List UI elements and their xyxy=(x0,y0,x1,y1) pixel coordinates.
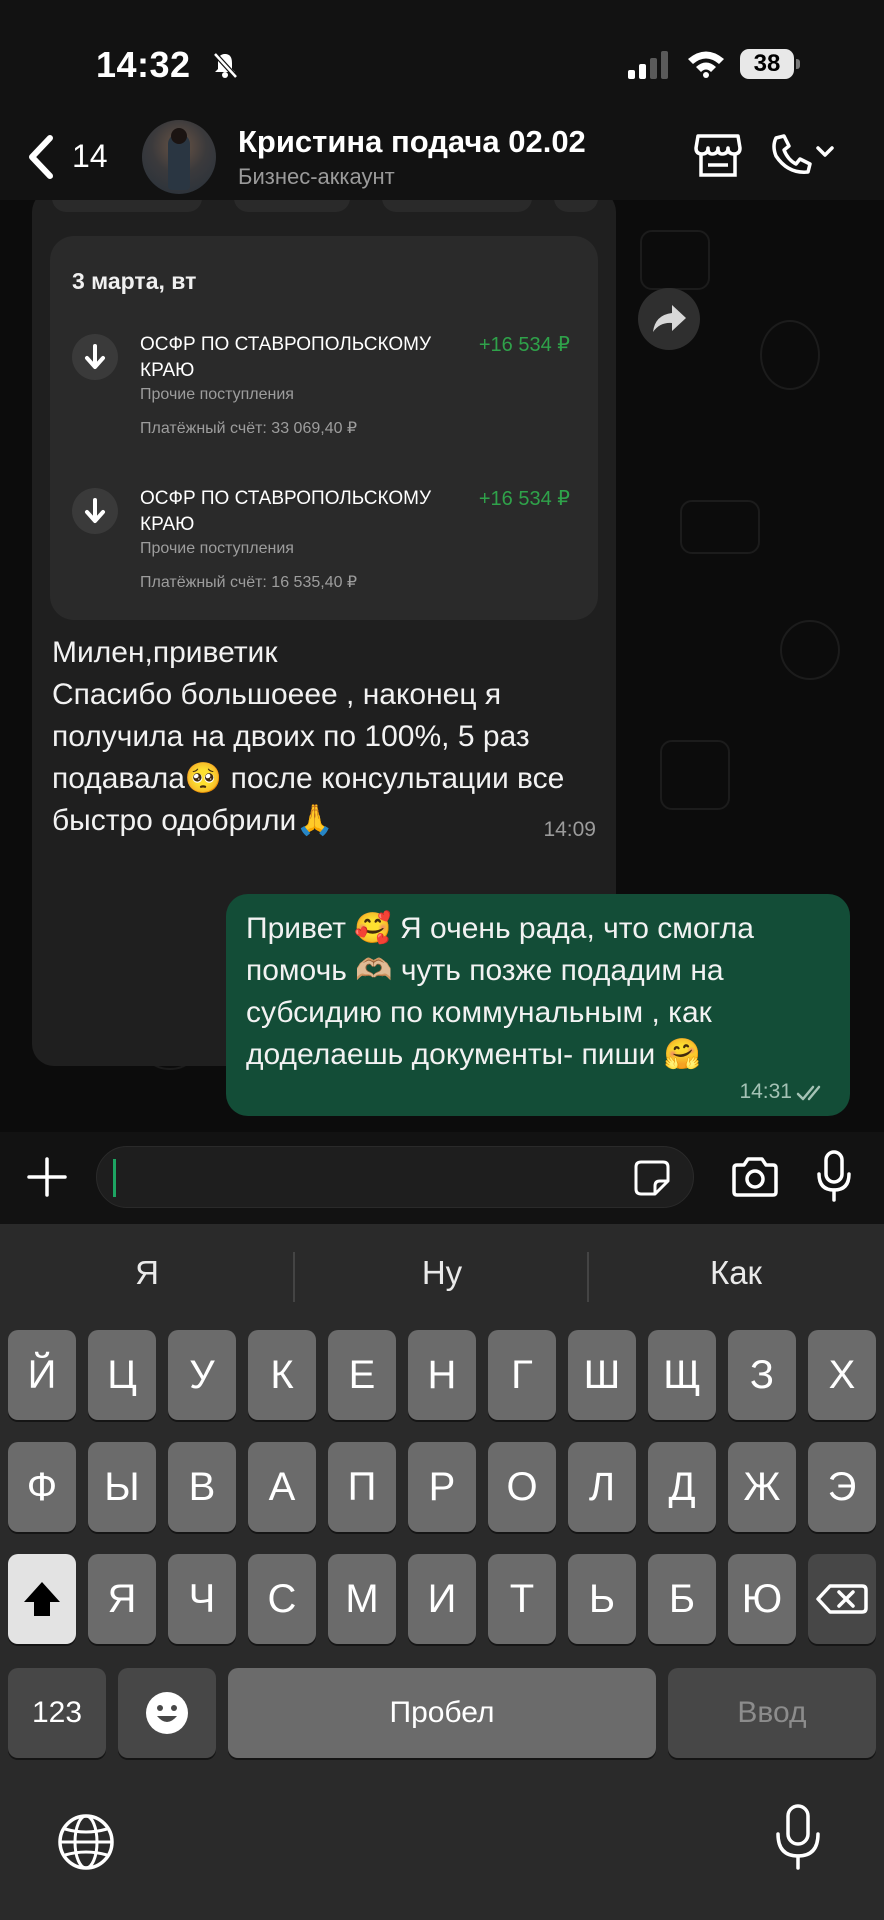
key[interactable]: Ь xyxy=(568,1554,636,1644)
top-bar: 14:32 38 14 Кристина подача 02.02 Бизнес… xyxy=(0,0,884,200)
storefront-icon[interactable] xyxy=(694,132,742,178)
microphone-icon[interactable] xyxy=(814,1150,854,1202)
key[interactable]: Х xyxy=(808,1330,876,1420)
sticker-icon[interactable] xyxy=(633,1159,671,1197)
suggestion-1[interactable]: Я xyxy=(0,1254,294,1292)
key[interactable]: У xyxy=(168,1330,236,1420)
operation-amount: +16 534 ₽ xyxy=(478,488,570,510)
bell-slash-icon xyxy=(213,52,238,79)
key[interactable]: Ж xyxy=(728,1442,796,1532)
battery-level: 38 xyxy=(753,50,781,77)
operation-account: Платёжный счёт: 16 535,40 ₽ xyxy=(140,574,358,591)
key[interactable]: Щ xyxy=(648,1330,716,1420)
key[interactable]: Й xyxy=(8,1330,76,1420)
wifi-icon xyxy=(688,51,724,78)
background-doodle xyxy=(780,620,840,680)
outgoing-message[interactable]: Привет 🥰 Я очень рада, что смогла помочь… xyxy=(226,894,850,1116)
background-doodle xyxy=(760,320,820,390)
chevron-left-icon[interactable] xyxy=(22,132,62,182)
keyboard: Я Ну Как Й Ц У К Е Н Г Ш Щ З Х Ф Ы В А П… xyxy=(0,1224,884,1920)
space-key[interactable]: Пробел xyxy=(228,1668,656,1758)
dictation-microphone-icon[interactable] xyxy=(772,1804,824,1870)
numbers-key[interactable]: 123 xyxy=(8,1668,106,1758)
statement-date: 3 марта, вт xyxy=(72,268,197,294)
key[interactable]: Э xyxy=(808,1442,876,1532)
unread-count[interactable]: 14 xyxy=(72,138,108,175)
suggestion-2[interactable]: Ну xyxy=(295,1254,589,1292)
background-doodle xyxy=(660,740,730,810)
key[interactable]: А xyxy=(248,1442,316,1532)
shift-key[interactable] xyxy=(8,1554,76,1644)
key[interactable]: О xyxy=(488,1442,556,1532)
key[interactable]: П xyxy=(328,1442,396,1532)
key[interactable]: Ц xyxy=(88,1330,156,1420)
globe-icon[interactable] xyxy=(56,1812,116,1872)
operation-category: Прочие поступления xyxy=(140,540,294,557)
operation-category: Прочие поступления xyxy=(140,386,294,403)
plus-icon[interactable] xyxy=(26,1156,68,1198)
key[interactable]: Л xyxy=(568,1442,636,1532)
key[interactable]: Ч xyxy=(168,1554,236,1644)
key[interactable]: Ю xyxy=(728,1554,796,1644)
key[interactable]: С xyxy=(248,1554,316,1644)
operation-amount: +16 534 ₽ xyxy=(478,334,570,356)
contact-subtitle: Бизнес-аккаунт xyxy=(238,164,395,189)
operation-row: ОСФР ПО СТАВРОПОЛЬСКОМУ КРАЮ +16 534 ₽ П… xyxy=(72,332,584,462)
message-input-bar xyxy=(0,1132,884,1224)
key[interactable]: Ш xyxy=(568,1330,636,1420)
key[interactable]: Т xyxy=(488,1554,556,1644)
return-key[interactable]: Ввод xyxy=(668,1668,876,1758)
forward-button[interactable] xyxy=(638,288,700,350)
operation-title: ОСФР ПО СТАВРОПОЛЬСКОМУ КРАЮ xyxy=(140,334,432,381)
operation-account: Платёжный счёт: 33 069,40 ₽ xyxy=(140,420,358,437)
key[interactable]: Ы xyxy=(88,1442,156,1532)
battery-indicator: 38 xyxy=(740,49,800,79)
backspace-icon xyxy=(816,1584,868,1614)
background-doodle xyxy=(680,500,760,554)
shift-icon xyxy=(24,1582,60,1616)
key[interactable]: Б xyxy=(648,1554,716,1644)
incoming-arrow-icon xyxy=(72,334,118,380)
outgoing-message-time: 14:31 xyxy=(739,1080,792,1103)
key[interactable]: Г xyxy=(488,1330,556,1420)
key[interactable]: И xyxy=(408,1554,476,1644)
suggestion-3[interactable]: Как xyxy=(589,1254,883,1292)
operation-row: ОСФР ПО СТАВРОПОЛЬСКОМУ КРАЮ +16 534 ₽ П… xyxy=(72,486,584,616)
text-cursor xyxy=(113,1159,116,1197)
status-time: 14:32 xyxy=(96,44,191,85)
key[interactable]: Ф xyxy=(8,1442,76,1532)
key[interactable]: В xyxy=(168,1442,236,1532)
key[interactable]: З xyxy=(728,1330,796,1420)
message-input[interactable] xyxy=(96,1146,694,1208)
camera-icon[interactable] xyxy=(730,1156,780,1198)
bank-statement-screenshot[interactable]: 3 марта, вт ОСФР ПО СТАВРОПОЛЬСКОМУ КРАЮ… xyxy=(50,236,598,620)
phone-icon[interactable] xyxy=(768,132,836,178)
key[interactable]: Д xyxy=(648,1442,716,1532)
contact-name[interactable]: Кристина подача 02.02 xyxy=(238,124,586,160)
chat-area[interactable]: 3 марта, вт ОСФР ПО СТАВРОПОЛЬСКОМУ КРАЮ… xyxy=(0,200,884,1132)
screenshot-tab-stubs xyxy=(52,200,598,214)
incoming-message-time: 14:09 xyxy=(543,818,596,841)
key[interactable]: К xyxy=(248,1330,316,1420)
forward-arrow-icon xyxy=(653,305,686,332)
incoming-message-text: Милен,приветик Спасибо большоеее , након… xyxy=(52,636,565,837)
key[interactable]: Е xyxy=(328,1330,396,1420)
background-doodle xyxy=(640,230,710,290)
read-receipt-icon xyxy=(796,1085,821,1101)
emoji-key[interactable] xyxy=(118,1668,216,1758)
key[interactable]: Н xyxy=(408,1330,476,1420)
key[interactable]: Р xyxy=(408,1442,476,1532)
operation-title: ОСФР ПО СТАВРОПОЛЬСКОМУ КРАЮ xyxy=(140,488,432,535)
cellular-signal-icon xyxy=(628,51,668,79)
backspace-key[interactable] xyxy=(808,1554,876,1644)
avatar[interactable] xyxy=(142,120,216,194)
outgoing-message-text: Привет 🥰 Я очень рада, что смогла помочь… xyxy=(246,912,754,1071)
key[interactable]: Я xyxy=(88,1554,156,1644)
key[interactable]: М xyxy=(328,1554,396,1644)
incoming-arrow-icon xyxy=(72,488,118,534)
emoji-icon xyxy=(146,1692,188,1734)
